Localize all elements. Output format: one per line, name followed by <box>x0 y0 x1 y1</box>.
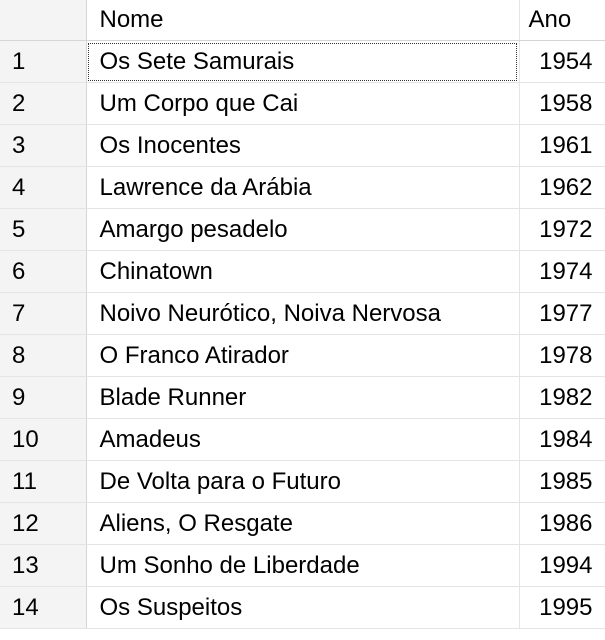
row-number[interactable]: 1 <box>0 40 87 83</box>
row-number[interactable]: 9 <box>0 376 87 419</box>
row-number[interactable]: 4 <box>0 166 87 209</box>
cell-ano[interactable]: 1984 <box>519 418 605 461</box>
table-row[interactable]: 4 Lawrence da Arábia 1962 <box>0 166 605 209</box>
table-row[interactable]: 10 Amadeus 1984 <box>0 418 605 461</box>
cell-ano[interactable]: 1954 <box>519 40 605 83</box>
cell-ano[interactable]: 1962 <box>519 166 605 209</box>
cell-ano[interactable]: 1986 <box>519 502 605 545</box>
row-number[interactable]: 3 <box>0 124 87 167</box>
cell-nome[interactable]: Um Sonho de Liberdade <box>86 544 520 587</box>
cell-ano[interactable]: 1985 <box>519 460 605 503</box>
header-row: Nome Ano <box>0 0 605 41</box>
cell-nome[interactable]: Um Corpo que Cai <box>86 82 520 125</box>
row-number[interactable]: 5 <box>0 208 87 251</box>
select-all-corner[interactable] <box>0 0 87 41</box>
cell-ano[interactable]: 1982 <box>519 376 605 419</box>
row-number[interactable]: 2 <box>0 82 87 125</box>
table-row[interactable]: 14 Os Suspeitos 1995 <box>0 586 605 629</box>
cell-ano[interactable]: 1994 <box>519 544 605 587</box>
cell-nome[interactable]: Chinatown <box>86 250 520 293</box>
cell-nome[interactable]: Os Sete Samurais <box>86 40 520 83</box>
row-number[interactable]: 11 <box>0 460 87 503</box>
cell-nome[interactable]: Blade Runner <box>86 376 520 419</box>
row-number[interactable]: 6 <box>0 250 87 293</box>
grid-body: 1 Os Sete Samurais 1954 2 Um Corpo que Cai 19… <box>0 40 605 629</box>
table-row[interactable]: 13 Um Sonho de Liberdade 1994 <box>0 544 605 587</box>
results-grid[interactable]: Nome Ano 1 Os Sete Samurais 1954 2 Um Corpo … <box>0 0 605 640</box>
cell-ano[interactable]: 1972 <box>519 208 605 251</box>
row-number[interactable]: 10 <box>0 418 87 461</box>
cell-ano[interactable]: 1978 <box>519 334 605 377</box>
cell-ano[interactable]: 1977 <box>519 292 605 335</box>
cell-ano[interactable]: 1974 <box>519 250 605 293</box>
cell-nome[interactable]: Os Inocentes <box>86 124 520 167</box>
cell-nome[interactable]: Aliens, O Resgate <box>86 502 520 545</box>
table-row[interactable]: 12 Aliens, O Resgate 1986 <box>0 502 605 545</box>
cell-ano[interactable]: 1995 <box>519 586 605 629</box>
results-table: Nome Ano 1 Os Sete Samurais 1954 2 Um Corpo … <box>0 0 605 629</box>
row-number[interactable]: 13 <box>0 544 87 587</box>
cell-nome[interactable]: Noivo Neurótico, Noiva Nervosa <box>86 292 520 335</box>
cell-ano[interactable]: 1958 <box>519 82 605 125</box>
table-row[interactable]: 8O Franco Atirador 1978 <box>0 334 605 377</box>
cell-nome[interactable]: O Franco Atirador <box>86 334 520 377</box>
table-row[interactable]: 3 Os Inocentes 1961 <box>0 124 605 167</box>
cell-nome[interactable]: Os Suspeitos <box>86 586 520 629</box>
table-row[interactable]: 2 Um Corpo que Cai 1958 <box>0 82 605 125</box>
cell-nome[interactable]: Amadeus <box>86 418 520 461</box>
cell-nome[interactable]: Amargo pesadelo <box>86 208 520 251</box>
row-number[interactable]: 14 <box>0 586 87 629</box>
column-header-ano[interactable]: Ano <box>519 0 605 41</box>
table-row[interactable]: 7 Noivo Neurótico, Noiva Nervosa 1977 <box>0 292 605 335</box>
column-header-nome[interactable]: Nome <box>86 0 520 41</box>
table-row[interactable]: 9 Blade Runner 1982 <box>0 376 605 419</box>
cell-nome[interactable]: De Volta para o Futuro <box>86 460 520 503</box>
table-row[interactable]: 11 De Volta para o Futuro 1985 <box>0 460 605 503</box>
row-number[interactable]: 8 <box>0 334 87 377</box>
table-row[interactable]: 1 Os Sete Samurais 1954 <box>0 40 605 83</box>
row-number[interactable]: 7 <box>0 292 87 335</box>
cell-ano[interactable]: 1961 <box>519 124 605 167</box>
cell-nome[interactable]: Lawrence da Arábia <box>86 166 520 209</box>
table-row[interactable]: 6 Chinatown 1974 <box>0 250 605 293</box>
row-number[interactable]: 12 <box>0 502 87 545</box>
table-row[interactable]: 5 Amargo pesadelo 1972 <box>0 208 605 251</box>
